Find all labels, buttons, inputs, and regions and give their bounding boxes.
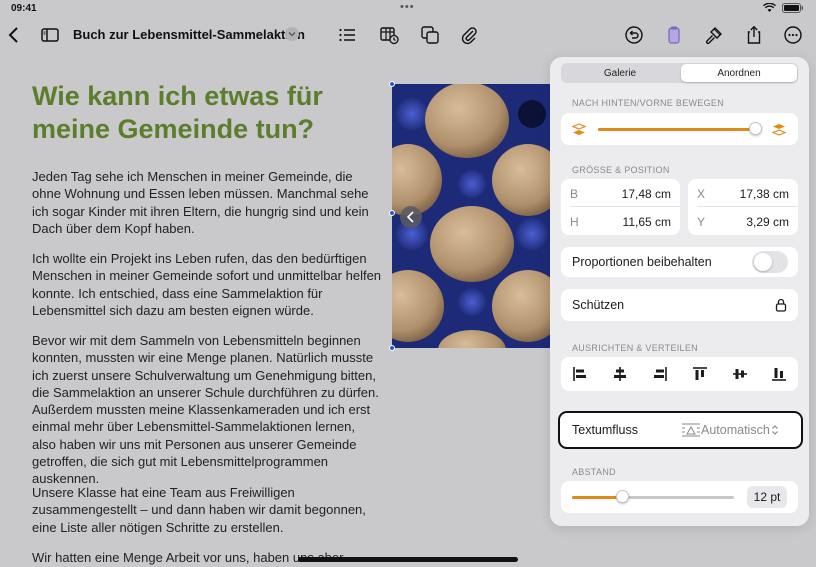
undo-icon[interactable] [622, 23, 646, 47]
move-slider-card [561, 113, 798, 145]
textflow-auto-icon [682, 423, 700, 437]
paragraph-3[interactable]: Bevor wir mit dem Sammeln von Lebensmitt… [32, 332, 382, 488]
proportions-toggle[interactable] [752, 251, 788, 273]
align-top-icon[interactable] [692, 366, 708, 382]
pencil-tool-icon[interactable] [662, 23, 686, 47]
align-middle-icon[interactable] [732, 366, 748, 382]
protect-label: Schützen [572, 298, 625, 312]
size-card: B 17,48 cm H 11,65 cm [561, 179, 680, 235]
selection-handle-bottom-left[interactable] [389, 345, 395, 351]
battery-icon [782, 3, 803, 13]
lock-icon [775, 298, 787, 312]
insert-shape-icon[interactable] [418, 23, 442, 47]
x-label: X [697, 187, 706, 201]
spacing-card: 12 pt [561, 481, 798, 513]
move-slider-track[interactable] [598, 128, 760, 131]
home-indicator [298, 557, 518, 562]
align-bottom-icon[interactable] [771, 366, 787, 382]
paragraph-4[interactable]: Unsere Klasse hat eine Team aus Freiwill… [32, 484, 382, 536]
width-field[interactable]: 17,48 cm [622, 187, 671, 201]
y-label: Y [697, 215, 706, 229]
multitasking-dots-icon[interactable]: ••• [400, 1, 415, 13]
document-heading[interactable]: Wie kann ich etwas für meine Gemeinde tu… [32, 80, 392, 146]
align-card [561, 357, 798, 391]
status-bar: 09:41 ••• [0, 0, 816, 18]
align-center-icon[interactable] [612, 366, 628, 382]
textflow-label: Textumfluss [572, 423, 638, 437]
move-slider-knob[interactable] [749, 122, 763, 135]
share-icon[interactable] [742, 23, 766, 47]
size-position-section-label: GRÖSSE & POSITION [572, 165, 670, 175]
spacing-slider-knob[interactable] [616, 490, 630, 503]
insert-table-icon[interactable] [377, 23, 401, 47]
textflow-row[interactable]: Textumfluss Automatisch [558, 411, 803, 449]
textflow-value: Automatisch [701, 423, 770, 437]
proportions-label: Proportionen beibehalten [572, 255, 712, 269]
wifi-icon [763, 3, 776, 12]
more-icon[interactable] [781, 23, 805, 47]
toggle-knob [754, 253, 772, 271]
move-back-icon[interactable] [572, 122, 586, 136]
protect-row[interactable]: Schützen [561, 289, 798, 321]
proportions-row[interactable]: Proportionen beibehalten [561, 247, 798, 277]
align-right-icon[interactable] [652, 366, 668, 382]
panel-tab-control: Galerie Anordnen [561, 63, 798, 83]
spacing-value-field[interactable]: 12 pt [747, 486, 787, 508]
paragraph-1[interactable]: Jeden Tag sehe ich Menschen in meiner Ge… [32, 168, 382, 237]
chevron-left-icon[interactable] [400, 206, 422, 228]
title-chevron-down-icon[interactable] [285, 27, 299, 41]
align-section-label: AUSRICHTEN & VERTEILEN [572, 343, 698, 353]
chevron-up-down-icon [772, 425, 778, 435]
selection-handle-top-left[interactable] [389, 81, 395, 87]
tab-arrange[interactable]: Anordnen [681, 64, 797, 82]
position-card: X 17,38 cm Y 3,29 cm [688, 179, 798, 235]
status-indicators [763, 3, 804, 13]
y-position-field[interactable]: 3,29 cm [746, 215, 789, 229]
x-position-field[interactable]: 17,38 cm [740, 187, 789, 201]
height-field[interactable]: 11,65 cm [623, 215, 671, 229]
position-divider [697, 206, 798, 207]
move-section-label: NACH HINTEN/VORNE BEWEGEN [572, 98, 725, 108]
size-divider [570, 206, 680, 207]
spacing-slider-fill [572, 496, 623, 499]
toolbar: Buch zur Lebensmittel-Sammelaktion [0, 18, 816, 52]
format-panel: Galerie Anordnen NACH HINTEN/VORNE BEWEG… [550, 57, 809, 526]
tab-gallery[interactable]: Galerie [562, 64, 678, 82]
status-time: 09:41 [11, 3, 37, 14]
paragraph-2[interactable]: Ich wollte ein Projekt ins Leben rufen, … [32, 250, 382, 319]
align-left-icon[interactable] [572, 366, 588, 382]
spacing-slider-track[interactable] [572, 496, 734, 499]
sidebar-icon[interactable] [38, 23, 62, 47]
format-brush-icon[interactable] [702, 23, 726, 47]
document-title[interactable]: Buch zur Lebensmittel-Sammelaktion [73, 27, 305, 42]
move-slider-fill [598, 128, 756, 131]
spacing-section-label: ABSTAND [572, 467, 616, 477]
selection-handle-left[interactable] [389, 210, 395, 216]
height-label: H [570, 215, 579, 229]
attachment-icon[interactable] [457, 23, 481, 47]
list-icon[interactable] [335, 23, 359, 47]
back-chevron-icon[interactable] [2, 23, 26, 47]
width-label: B [570, 187, 579, 201]
move-front-icon[interactable] [772, 122, 786, 136]
